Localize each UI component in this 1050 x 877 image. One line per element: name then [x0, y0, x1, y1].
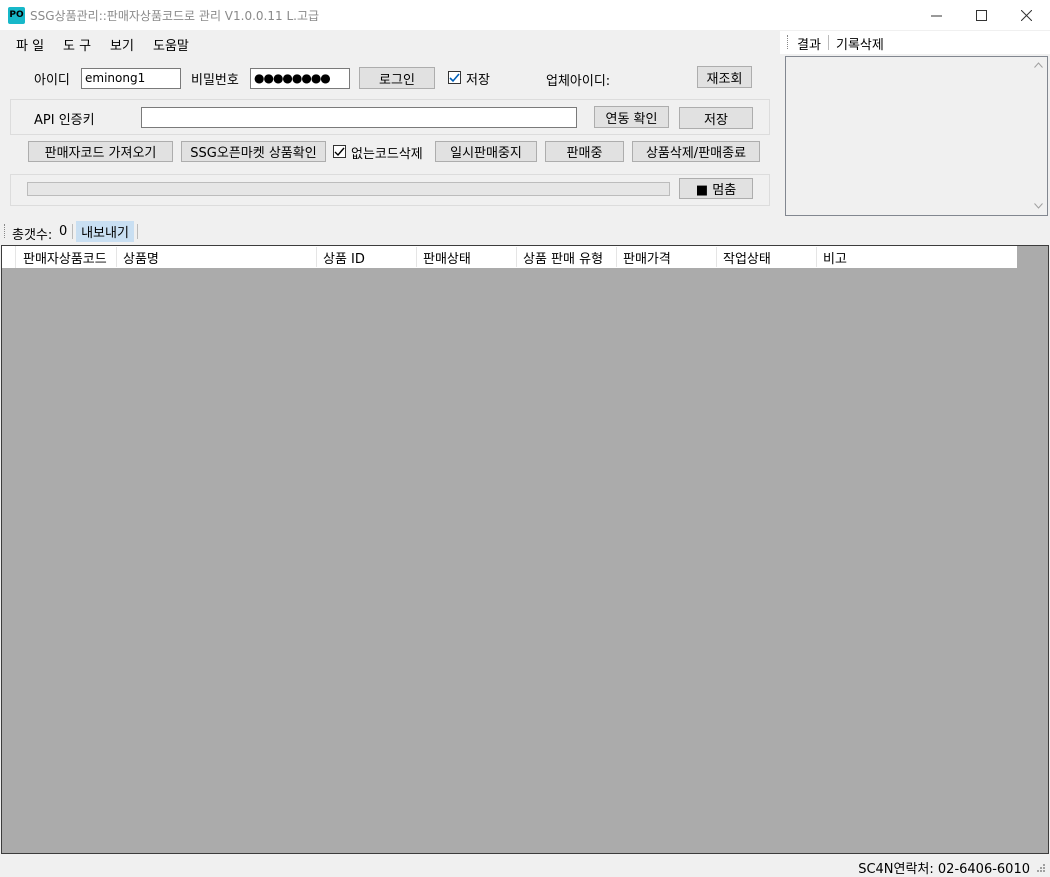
total-count-value: 0: [59, 224, 68, 239]
close-icon: [1020, 10, 1032, 21]
checkmark-icon: [334, 147, 345, 157]
column-divider[interactable]: [816, 247, 817, 267]
column-product-id[interactable]: 상품 ID: [323, 248, 365, 267]
delete-missing-codes-label: 없는코드삭제: [351, 147, 423, 162]
toolstrip-separator: [72, 224, 73, 239]
column-divider[interactable]: [116, 247, 117, 267]
column-sale-type[interactable]: 상품 판매 유형: [523, 248, 603, 267]
login-button[interactable]: 로그인: [359, 67, 435, 89]
row-header-corner[interactable]: [2, 246, 16, 268]
result-tab[interactable]: 결과: [797, 34, 821, 53]
app-icon: PO: [8, 7, 25, 24]
column-divider[interactable]: [616, 247, 617, 267]
link-check-button[interactable]: 연동 확인: [594, 106, 669, 128]
id-label: 아이디: [34, 73, 70, 88]
stop-button[interactable]: ■ 멈춤: [679, 178, 753, 199]
scroll-up-icon[interactable]: [1034, 62, 1043, 68]
api-save-button[interactable]: 저장: [679, 107, 753, 129]
export-button[interactable]: 내보내기: [76, 221, 134, 242]
contact-info: SC4N연락처: 02-6406-6010: [858, 862, 1030, 877]
maximize-icon: [975, 10, 987, 21]
toolstrip-separator: [137, 224, 138, 239]
window-title: SSG상품관리::판매자상품코드로 관리 V1.0.0.11 L.고급: [30, 9, 320, 23]
column-divider[interactable]: [716, 247, 717, 267]
resize-grip-icon[interactable]: [1036, 862, 1046, 872]
minimize-button[interactable]: [913, 0, 959, 31]
progress-bar: [27, 182, 670, 196]
column-divider[interactable]: [416, 247, 417, 267]
total-count-label: 총갯수:: [12, 228, 53, 243]
id-input[interactable]: eminong1: [81, 68, 181, 89]
menu-view[interactable]: 보기: [110, 35, 134, 54]
api-key-label: API 인증키: [34, 113, 95, 128]
refresh-button[interactable]: 재조회: [697, 66, 752, 88]
delete-missing-codes-checkbox[interactable]: [333, 145, 346, 158]
clear-log-button[interactable]: 기록삭제: [836, 34, 884, 53]
column-sale-price[interactable]: 판매가격: [623, 248, 671, 267]
pause-sale-button[interactable]: 일시판매중지: [435, 141, 537, 162]
password-input[interactable]: ●●●●●●●●: [250, 68, 350, 89]
scroll-down-icon[interactable]: [1034, 203, 1043, 209]
column-divider[interactable]: [316, 247, 317, 267]
close-button[interactable]: [1003, 0, 1049, 31]
on-sale-button[interactable]: 판매중: [545, 141, 624, 162]
toolstrip-grip-icon: [4, 224, 7, 238]
menu-file[interactable]: 파 일: [16, 35, 44, 54]
fetch-seller-codes-button[interactable]: 판매자코드 가져오기: [28, 141, 173, 162]
result-scrollbar[interactable]: [1030, 57, 1047, 215]
product-grid[interactable]: [1, 245, 1049, 854]
check-ssg-products-button[interactable]: SSG오픈마켓 상품확인: [181, 141, 326, 162]
column-work-status[interactable]: 작업상태: [723, 248, 771, 267]
grid-toolstrip: [0, 219, 1050, 244]
vendor-id-label: 업체아이디:: [546, 74, 611, 89]
column-divider[interactable]: [516, 247, 517, 267]
delete-end-sale-button[interactable]: 상품삭제/판매종료: [632, 141, 760, 162]
password-label: 비밀번호: [191, 73, 239, 88]
column-note[interactable]: 비고: [823, 248, 847, 267]
save-login-checkbox[interactable]: [448, 71, 461, 84]
save-login-label: 저장: [466, 73, 490, 88]
column-product-name[interactable]: 상품명: [123, 248, 159, 267]
toolstrip-separator: [828, 35, 829, 50]
column-seller-code[interactable]: 판매자상품코드: [23, 248, 107, 267]
size-grip-dots: [1037, 864, 1045, 872]
api-key-input[interactable]: [141, 107, 577, 128]
column-sale-status[interactable]: 판매상태: [423, 248, 471, 267]
maximize-button[interactable]: [958, 0, 1004, 31]
checkmark-icon: [449, 73, 460, 83]
result-log[interactable]: [785, 56, 1048, 216]
minimize-icon: [930, 15, 942, 17]
toolstrip-grip-icon: [787, 35, 790, 49]
menu-tools[interactable]: 도 구: [63, 35, 91, 54]
menu-help[interactable]: 도움말: [153, 35, 189, 54]
